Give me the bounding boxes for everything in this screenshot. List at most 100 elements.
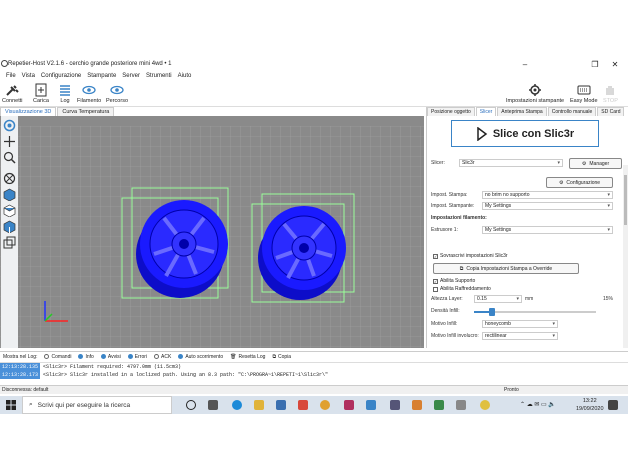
model-wheel-1[interactable]	[121, 187, 229, 299]
infill-pattern-select[interactable]: honeycomb	[482, 320, 558, 328]
task-view-icon[interactable]	[208, 400, 218, 410]
filter-ack[interactable]: ACK	[154, 354, 171, 360]
configuration-button[interactable]: ⚙ Configurazione	[546, 177, 613, 188]
move-camera-icon[interactable]	[3, 119, 16, 132]
slicer-label: Slicer:	[431, 160, 445, 166]
3d-viewport[interactable]	[0, 116, 424, 348]
tab-print-preview[interactable]: Anteprima Stampa	[497, 107, 547, 116]
override-checkbox[interactable]: ✓ Sovrascrivi impostazioni Slic3r	[433, 253, 508, 259]
scroll-thumb[interactable]	[624, 175, 627, 225]
tab-temperature[interactable]: Curva Temperatura	[57, 107, 115, 116]
edge-icon[interactable]	[232, 400, 242, 410]
load-label: Carica	[33, 98, 49, 104]
reset-log-label: Resetta Log	[238, 353, 266, 360]
cube-side-icon[interactable]	[3, 220, 16, 233]
folder-icon[interactable]	[254, 400, 264, 410]
tab-manual-control[interactable]: Controllo manuale	[547, 107, 597, 116]
checkmark-icon: ✓	[433, 253, 438, 259]
cortana-icon[interactable]	[186, 400, 196, 410]
extruder-select[interactable]: My Settings	[482, 226, 613, 234]
filter-info[interactable]: Info	[78, 354, 94, 360]
app-icon[interactable]	[434, 400, 444, 410]
menu-file[interactable]: File	[6, 73, 16, 79]
path-button[interactable]: Percorso	[106, 83, 128, 104]
layers-icon[interactable]	[3, 236, 16, 249]
title-bar: Repetier-Host V2.1.6 - cerchio grande po…	[0, 57, 628, 71]
slice-button[interactable]: Slice con Slic3r	[451, 120, 599, 147]
notifications-icon[interactable]	[608, 400, 618, 410]
app-icon[interactable]	[456, 400, 466, 410]
menu-printer[interactable]: Stampante	[87, 73, 116, 79]
windows-start-icon[interactable]	[6, 400, 16, 410]
view-toolbar	[1, 116, 18, 348]
infill-density-slider[interactable]	[474, 308, 596, 316]
app-icon[interactable]	[390, 400, 400, 410]
menu-tools[interactable]: Strumenti	[146, 73, 172, 79]
minimize-button[interactable]: –	[512, 57, 538, 71]
menu-view[interactable]: Vista	[22, 73, 35, 79]
close-button[interactable]: ✕	[602, 57, 628, 71]
stop-label: STOP	[603, 98, 618, 104]
manager-button[interactable]: ⚙ Manager	[569, 158, 622, 169]
clock[interactable]: 13:22 19/09/2020	[576, 397, 604, 413]
easy-mode-button[interactable]: Easy Mode	[570, 83, 598, 104]
menu-server[interactable]: Server	[122, 73, 140, 79]
filter-commands[interactable]: Comandi	[44, 354, 71, 360]
support-checkbox[interactable]: ✓ Abilita Supporto	[433, 278, 475, 284]
shell-pattern-select[interactable]: rectilinear	[482, 332, 558, 340]
filament-button[interactable]: Filamento	[77, 83, 101, 104]
cube-front-icon[interactable]	[3, 188, 16, 201]
model-wheel-2[interactable]	[251, 193, 355, 303]
configuration-label: Configurazione	[566, 179, 601, 186]
menu-bar: File Vista Configurazione Stampante Serv…	[0, 71, 191, 81]
chrome-icon[interactable]	[320, 400, 330, 410]
slider-thumb[interactable]	[489, 308, 496, 316]
copy-to-override-button[interactable]: ⧉ Copia Impostazioni Stampa a Override	[433, 263, 579, 274]
ready-status: Pronto	[504, 387, 519, 393]
tab-object-placement[interactable]: Posizione oggetto	[427, 107, 475, 116]
printer-settings-select[interactable]: My Settings	[482, 202, 613, 210]
rotate-icon[interactable]	[3, 172, 16, 185]
app-icon[interactable]	[344, 400, 354, 410]
filter-warnings[interactable]: Avvisi	[100, 354, 121, 360]
taskbar-search[interactable]: ⌕ Scrivi qui per eseguire la ricerca	[22, 396, 172, 414]
filter-errors[interactable]: Errori	[127, 354, 147, 360]
load-button[interactable]: Carica	[33, 83, 49, 104]
cooling-checkbox[interactable]: Abilita Raffreddamento	[433, 286, 491, 292]
manager-label: Manager	[589, 160, 610, 167]
stop-button[interactable]: STOP	[603, 83, 618, 104]
tray-icons[interactable]: ⌃ ☁ ✉ ▭ 🔈	[520, 401, 556, 408]
app-icon[interactable]	[480, 400, 490, 410]
cube-top-icon[interactable]	[3, 204, 16, 217]
copy-log-button[interactable]: ⧉ Copia	[272, 354, 291, 360]
tab-3d-view[interactable]: Visualizzazione 3D	[0, 107, 57, 116]
extruder-label: Estrusore 1:	[431, 227, 458, 233]
reset-log-button[interactable]: 🗑 Resetta Log	[230, 354, 265, 360]
move-arrows-icon[interactable]	[3, 135, 16, 148]
store-icon[interactable]	[276, 400, 286, 410]
menu-config[interactable]: Configurazione	[41, 73, 81, 79]
tab-sd-card[interactable]: SD Card	[597, 107, 625, 116]
play-icon	[477, 126, 488, 141]
show-in-log-label: Mostra nel Log:	[3, 353, 38, 360]
filter-label: ACK	[161, 353, 172, 360]
slicer-select[interactable]: Slic3r	[459, 159, 563, 167]
log-button[interactable]: Log	[58, 83, 72, 104]
layer-height-label: Altezza Layer:	[431, 296, 463, 302]
printer-settings-button[interactable]: Impostazioni stampante	[506, 83, 564, 104]
menu-help[interactable]: Aiuto	[178, 73, 192, 79]
right-scrollbar[interactable]	[623, 165, 628, 348]
mail-icon[interactable]	[298, 400, 308, 410]
radio-icon	[100, 354, 106, 359]
zoom-icon[interactable]	[3, 151, 16, 164]
filter-autoscroll[interactable]: Auto scorrimento	[178, 354, 223, 360]
radio-icon	[154, 354, 160, 359]
layer-height-input[interactable]: 0.15	[474, 295, 522, 303]
keyboard-icon	[577, 85, 591, 95]
app-icon[interactable]	[412, 400, 422, 410]
log-area[interactable]: 12:13:28.135 <Slic3r> Filament required: …	[0, 362, 628, 384]
print-settings-select[interactable]: no brim no supporto	[482, 191, 613, 199]
connect-button[interactable]: Connetti	[2, 83, 23, 104]
repetier-icon[interactable]	[366, 400, 376, 410]
tab-slicer[interactable]: Slicer	[475, 107, 497, 116]
